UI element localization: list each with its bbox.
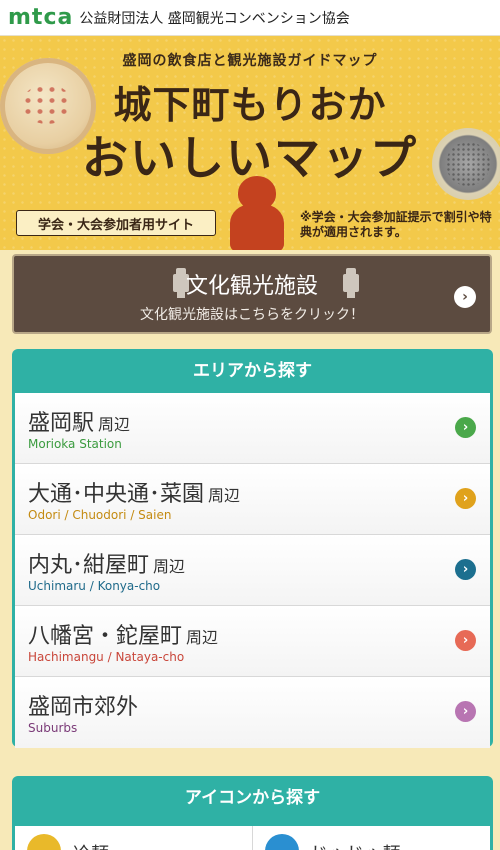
chevron-right-icon: › (455, 701, 476, 722)
area-item-hachimangu[interactable]: 八幡宮・鉈屋町 周辺 Hachimangu / Nataya-cho › (15, 606, 490, 677)
culture-subtitle: 文化観光施設はこちらをクリック！ (140, 307, 364, 323)
icon-item-jajamen[interactable]: じゃじゃ麺 (253, 826, 491, 850)
area-roman: Hachimangu / Nataya-cho (28, 650, 185, 664)
area-item-suburbs[interactable]: 盛岡市郊外 Suburbs › (15, 677, 490, 748)
org-name: 公益財団法人 盛岡観光コンベンション協会 (79, 10, 350, 27)
area-roman: Odori / Chuodori / Saien (28, 508, 172, 522)
area-item-uchimaru[interactable]: 内丸･紺屋町 周辺 Uchimaru / Konya-cho › (15, 535, 490, 606)
icon-item-label: 冷麺 (73, 840, 109, 850)
org-logo-link[interactable]: mtca 公益財団法人 盛岡観光コンベンション協会 (8, 5, 350, 30)
icon-search-panel: アイコンから探す 冷麺 じゃじゃ麺 (12, 776, 493, 850)
area-item-morioka-station[interactable]: 盛岡駅 周辺 Morioka Station › (15, 393, 490, 464)
area-search-panel: エリアから探す 盛岡駅 周辺 Morioka Station › 大通･中央通･菜… (12, 349, 493, 748)
chevron-right-icon: › (455, 488, 476, 509)
conference-badge: 学会・大会参加者用サイト (16, 210, 216, 236)
culture-facilities-button[interactable]: 文化観光施設 文化観光施設はこちらをクリック！ › (12, 254, 492, 334)
site-header: mtca 公益財団法人 盛岡観光コンベンション協会 (0, 0, 500, 36)
hero-subtitle: 盛岡の飲食店と観光施設ガイドマップ (122, 53, 378, 69)
hero-banner: 盛岡の飲食店と観光施設ガイドマップ 城下町もりおか おいしいマップ 学会・大会参… (0, 36, 500, 250)
area-search-heading: エリアから探す (193, 361, 312, 381)
icon-item-label: じゃじゃ麺 (311, 840, 401, 850)
area-name: 盛岡駅 周辺 (28, 411, 131, 436)
icon-list: 冷麺 じゃじゃ麺 (15, 826, 490, 850)
mascot-illustration (226, 176, 288, 250)
area-roman: Suburbs (28, 721, 78, 735)
icon-search-heading: アイコンから探す (184, 788, 321, 808)
area-list: 盛岡駅 周辺 Morioka Station › 大通･中央通･菜園 周辺 Odor… (15, 393, 490, 748)
area-name: 内丸･紺屋町 周辺 (28, 553, 186, 578)
area-name: 盛岡市郊外 (28, 695, 139, 720)
area-roman: Morioka Station (28, 437, 122, 451)
area-name: 大通･中央通･菜園 周辺 (28, 482, 241, 507)
chevron-right-icon: › (455, 559, 476, 580)
hero-title-line1: 城下町もりおか (113, 82, 387, 127)
icon-item-reimen[interactable]: 冷麺 (15, 826, 253, 850)
area-item-odori[interactable]: 大通･中央通･菜園 周辺 Odori / Chuodori / Saien › (15, 464, 490, 535)
chevron-right-icon: › (454, 286, 476, 308)
mtca-logo: mtca (8, 5, 74, 30)
chevron-right-icon: › (455, 417, 476, 438)
area-roman: Uchimaru / Konya-cho (28, 579, 161, 593)
chevron-right-icon: › (455, 630, 476, 651)
reimen-icon (27, 834, 61, 850)
culture-title: 文化観光施設 (185, 274, 318, 299)
jajamen-icon (264, 834, 299, 850)
area-name: 八幡宮・鉈屋町 周辺 (28, 624, 219, 649)
discount-note: ※学会・大会参加証提示で割引や特典が適用されます。 (300, 210, 492, 239)
